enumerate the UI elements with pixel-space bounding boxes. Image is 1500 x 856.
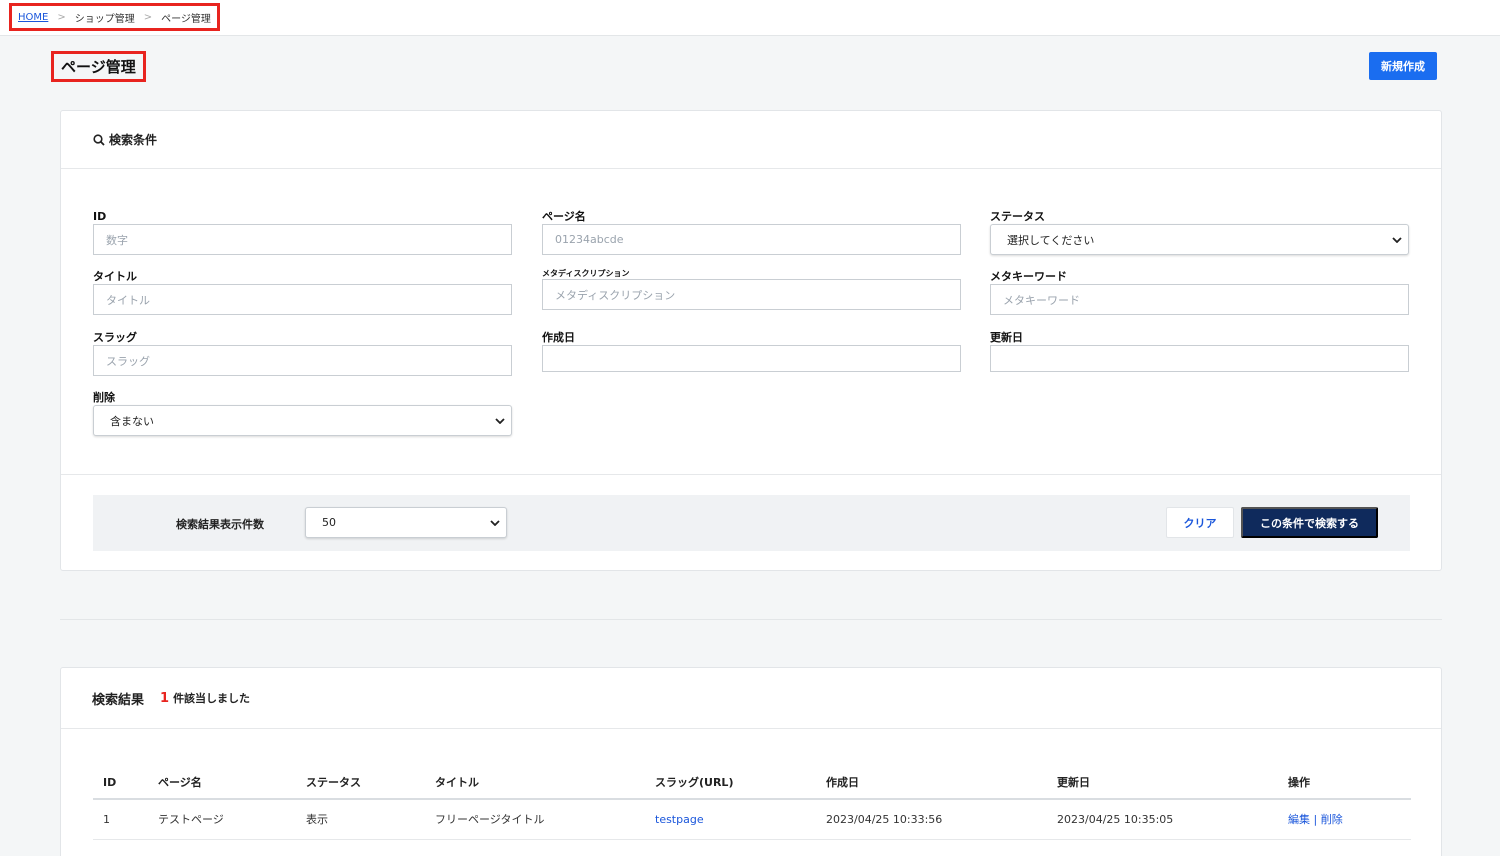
table-header-row: ID ページ名 ステータス タイトル スラッグ(URL) 作成日 更新日 操作: [93, 766, 1411, 800]
breadcrumb-home-link[interactable]: HOME: [18, 12, 48, 23]
field-title: タイトル タイトル: [93, 269, 512, 315]
search-footer-bar: 検索結果表示件数 50 クリア この条件で検索する: [93, 495, 1410, 551]
field-updated: 更新日: [990, 330, 1409, 372]
table-row: 1 テストページ 表示 フリーページタイトル testpage 2023/04/…: [93, 799, 1411, 840]
results-title: 検索結果: [92, 692, 145, 708]
title-label: タイトル: [93, 270, 137, 283]
breadcrumb-separator: >: [143, 11, 153, 23]
breadcrumb-separator: >: [57, 11, 66, 23]
meta-keyword-input[interactable]: メタキーワード: [990, 284, 1409, 315]
results-count: 1: [160, 690, 170, 706]
cell-title: フリーページタイトル: [425, 799, 645, 840]
deleted-select-value: 含まない: [110, 414, 154, 428]
cell-updated: 2023/04/25 10:35:05: [1047, 799, 1278, 840]
column-header-title[interactable]: タイトル: [425, 766, 645, 800]
cell-status: 表示: [296, 799, 425, 840]
created-date-input[interactable]: [542, 345, 961, 372]
id-input[interactable]: 数字: [93, 224, 512, 255]
search-button[interactable]: この条件で検索する: [1241, 507, 1378, 538]
delete-link[interactable]: 削除: [1321, 813, 1343, 826]
clear-button[interactable]: クリア: [1166, 507, 1234, 538]
column-header-created[interactable]: 作成日: [816, 766, 1047, 800]
slug-label: スラッグ: [93, 331, 137, 344]
meta-keyword-label: メタキーワード: [990, 270, 1067, 283]
result-count-value: 50: [322, 516, 336, 529]
field-page-name: ページ名 01234abcde: [542, 209, 961, 255]
created-label: 作成日: [542, 331, 575, 344]
column-header-status[interactable]: ステータス: [296, 766, 425, 800]
chevron-down-icon: [495, 417, 505, 424]
divider: [61, 474, 1441, 475]
page-title: ページ管理: [51, 51, 146, 82]
column-header-page-name[interactable]: ページ名: [148, 766, 296, 800]
meta-description-label: メタディスクリプション: [542, 269, 630, 278]
column-header-actions: 操作: [1278, 766, 1411, 800]
field-meta-keyword: メタキーワード メタキーワード: [990, 269, 1409, 315]
edit-link[interactable]: 編集: [1288, 813, 1310, 826]
page-name-label: ページ名: [542, 210, 586, 223]
action-separator: |: [1313, 813, 1318, 827]
status-label: ステータス: [990, 210, 1045, 223]
column-header-id[interactable]: ID: [93, 766, 148, 800]
field-status: ステータス 選択してください: [990, 209, 1409, 255]
result-count-select[interactable]: 50: [305, 507, 507, 538]
column-header-slug[interactable]: スラッグ(URL): [645, 766, 816, 800]
cell-created: 2023/04/25 10:33:56: [816, 799, 1047, 840]
field-id: ID 数字: [93, 209, 512, 255]
new-create-button[interactable]: 新規作成: [1369, 52, 1437, 80]
field-slug: スラッグ スラッグ: [93, 330, 512, 376]
column-header-updated[interactable]: 更新日: [1047, 766, 1278, 800]
page-name-input[interactable]: 01234abcde: [542, 224, 961, 255]
deleted-select[interactable]: 含まない: [93, 405, 512, 436]
breadcrumb: HOME > ショップ管理 > ページ管理: [9, 3, 220, 31]
cell-page-name: テストページ: [148, 799, 296, 840]
updated-date-input[interactable]: [990, 345, 1409, 372]
updated-label: 更新日: [990, 331, 1023, 344]
status-select-value: 選択してください: [1007, 233, 1095, 247]
results-table: ID ページ名 ステータス タイトル スラッグ(URL) 作成日 更新日 操作 …: [93, 766, 1411, 840]
slug-input[interactable]: スラッグ: [93, 345, 512, 376]
results-panel: 検索結果 1 件該当しました ID ページ名 ステータス タイトル スラッグ(U…: [60, 667, 1442, 856]
cell-id: 1: [93, 799, 148, 840]
search-panel-header: 検索条件: [61, 111, 1441, 169]
id-label: ID: [93, 210, 107, 223]
field-deleted: 削除 含まない: [93, 390, 512, 436]
top-bar: HOME > ショップ管理 > ページ管理: [0, 0, 1500, 36]
cell-actions: 編集 | 削除: [1278, 799, 1411, 840]
result-count-label: 検索結果表示件数: [176, 518, 264, 531]
deleted-label: 削除: [93, 391, 115, 404]
cell-slug: testpage: [645, 799, 816, 840]
status-select[interactable]: 選択してください: [990, 224, 1409, 255]
breadcrumb-item-page: ページ管理: [161, 13, 211, 25]
title-input[interactable]: タイトル: [93, 284, 512, 315]
chevron-down-icon: [490, 519, 500, 526]
search-panel: 検索条件 ID 数字 ページ名 01234abcde ステータス 選択してくださ…: [60, 110, 1442, 571]
chevron-down-icon: [1392, 236, 1402, 243]
results-header: 検索結果 1 件該当しました: [61, 668, 1441, 729]
meta-description-input[interactable]: メタディスクリプション: [542, 279, 961, 310]
field-meta-description: メタディスクリプション メタディスクリプション: [542, 269, 961, 310]
breadcrumb-item-shop[interactable]: ショップ管理: [75, 10, 135, 25]
slug-link[interactable]: testpage: [655, 813, 704, 826]
field-created: 作成日: [542, 330, 961, 372]
search-panel-title: 検索条件: [109, 133, 158, 147]
search-icon: [93, 133, 105, 146]
section-divider: [60, 619, 1442, 620]
results-count-suffix: 件該当しました: [173, 692, 251, 705]
